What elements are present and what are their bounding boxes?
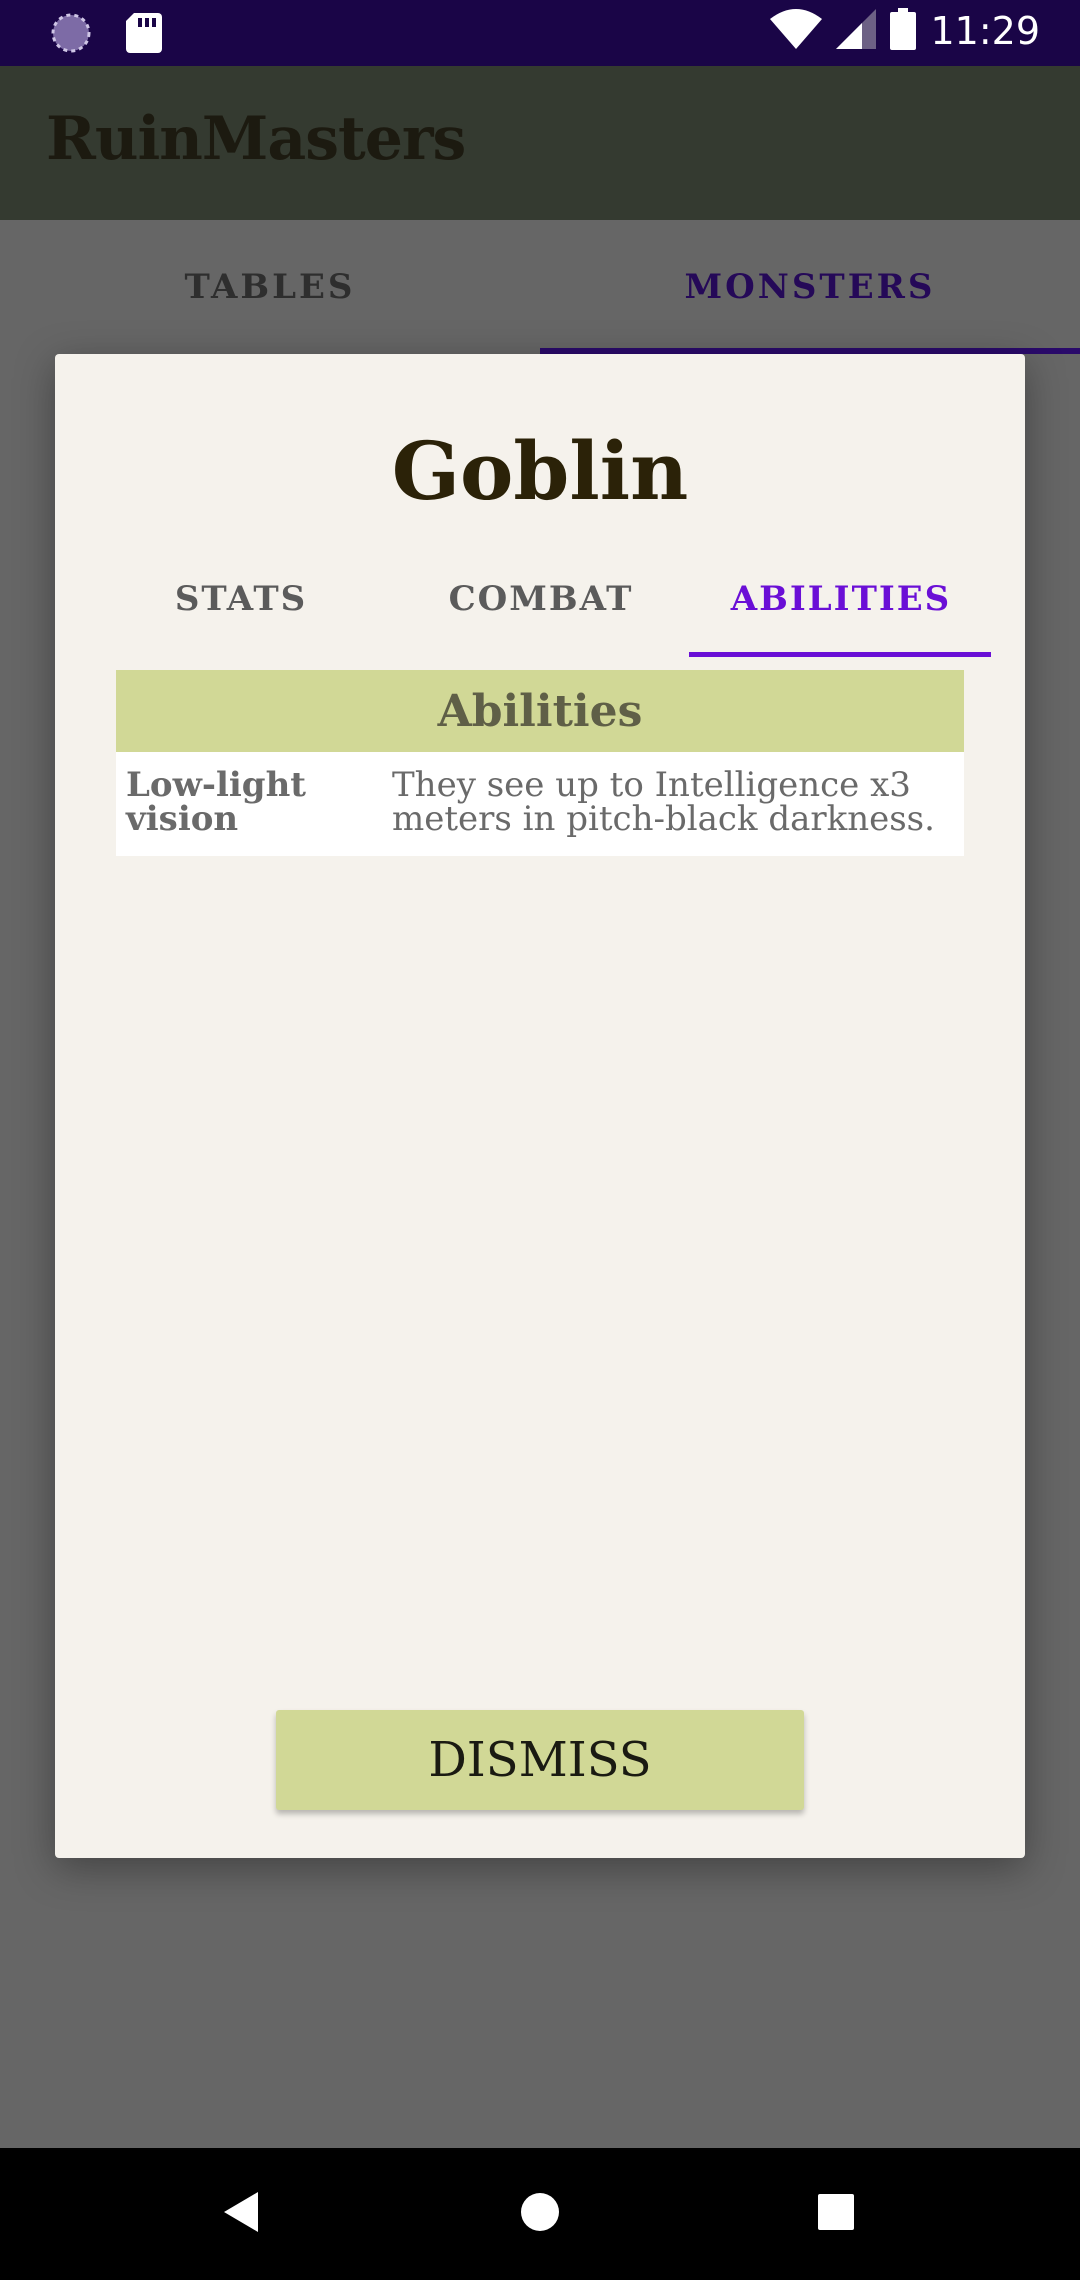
abilities-header: Abilities bbox=[116, 670, 964, 752]
ability-description: They see up to Intelligence x3 meters in… bbox=[392, 765, 935, 839]
tab-monsters[interactable]: MONSTERS bbox=[540, 220, 1080, 354]
signal-icon bbox=[836, 9, 877, 53]
home-icon bbox=[520, 2192, 560, 2236]
table-row: Low-light vision They see up to Intellig… bbox=[116, 752, 964, 856]
dialog-tabs: STATS COMBAT ABILITIES bbox=[91, 544, 991, 654]
tab-abilities[interactable]: ABILITIES bbox=[691, 544, 991, 654]
dismiss-button[interactable]: DISMISS bbox=[276, 1710, 804, 1810]
ability-name: Low-light vision bbox=[126, 765, 306, 839]
dialog-tab-indicator bbox=[689, 652, 991, 657]
back-icon bbox=[224, 2192, 260, 2236]
tab-stats[interactable]: STATS bbox=[91, 544, 391, 654]
recents-button[interactable] bbox=[776, 2148, 896, 2280]
recents-icon bbox=[818, 2194, 854, 2234]
dialog-title: Goblin bbox=[391, 424, 689, 518]
tab-combat[interactable]: COMBAT bbox=[391, 544, 691, 654]
loading-icon bbox=[50, 12, 92, 58]
tab-tables[interactable]: TABLES bbox=[0, 220, 540, 354]
navigation-bar bbox=[0, 2148, 1080, 2280]
status-bar: 11:29 bbox=[0, 0, 1080, 66]
main-tabs: TABLES MONSTERS bbox=[0, 220, 1080, 354]
app-bar: RuinMasters bbox=[0, 66, 1080, 220]
home-button[interactable] bbox=[480, 2148, 600, 2280]
back-button[interactable] bbox=[182, 2148, 302, 2280]
abilities-table: Abilities Low-light vision They see up t… bbox=[116, 670, 964, 856]
sd-card-icon bbox=[126, 13, 162, 57]
clock: 11:29 bbox=[930, 9, 1040, 53]
wifi-icon bbox=[770, 9, 823, 53]
monster-dialog: Goblin STATS COMBAT ABILITIES Abilities … bbox=[55, 354, 1025, 1858]
battery-icon bbox=[890, 8, 917, 54]
app-title: RuinMasters bbox=[46, 104, 466, 174]
